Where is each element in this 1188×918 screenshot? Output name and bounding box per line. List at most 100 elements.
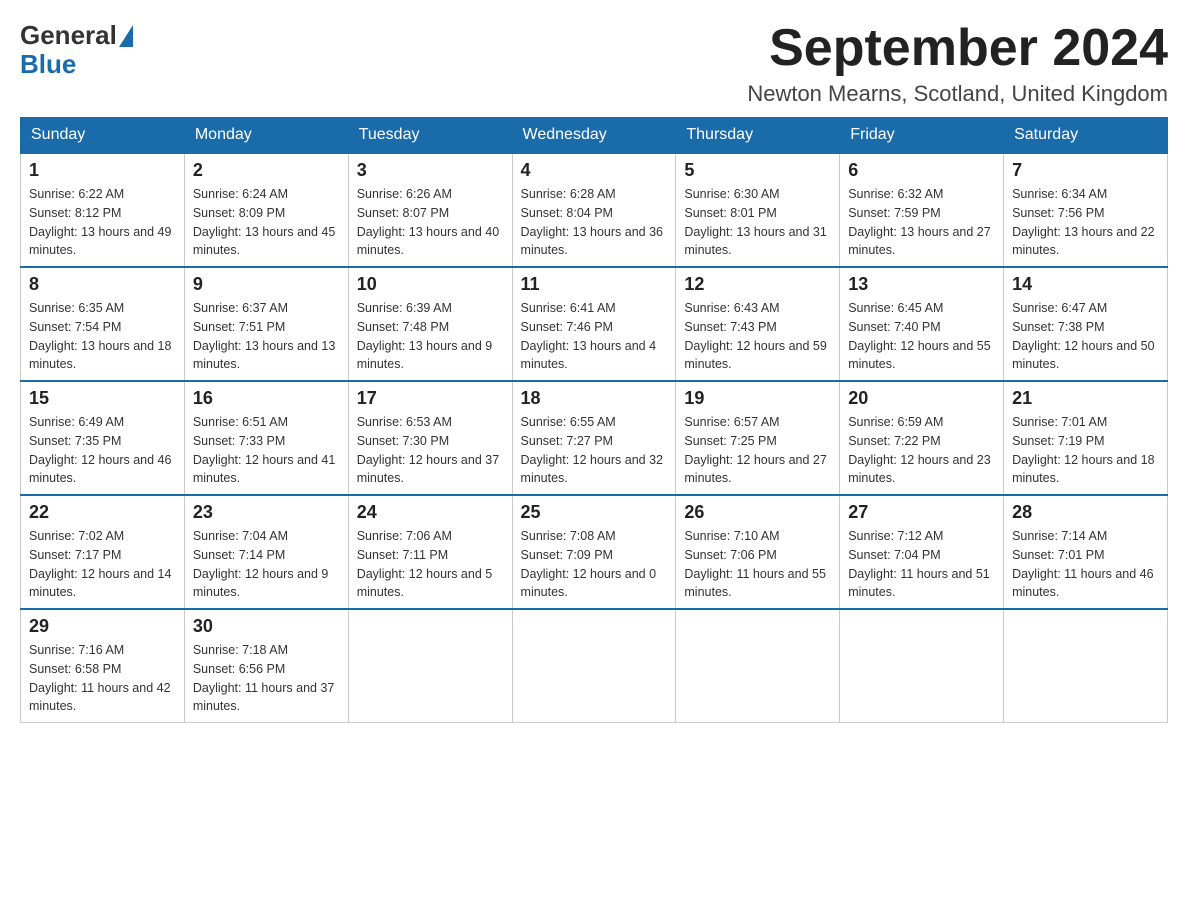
calendar-cell: 7Sunrise: 6:34 AMSunset: 7:56 PMDaylight… bbox=[1004, 153, 1168, 267]
day-number: 10 bbox=[357, 274, 504, 295]
day-info: Sunrise: 6:53 AMSunset: 7:30 PMDaylight:… bbox=[357, 413, 504, 488]
calendar-cell: 28Sunrise: 7:14 AMSunset: 7:01 PMDayligh… bbox=[1004, 495, 1168, 609]
calendar-cell: 29 Sunrise: 7:16 AMSunset: 6:58 PMDayligh… bbox=[21, 609, 185, 723]
day-info: Sunrise: 6:41 AMSunset: 7:46 PMDaylight:… bbox=[521, 299, 668, 374]
day-number: 6 bbox=[848, 160, 995, 181]
day-number: 29 bbox=[29, 616, 176, 637]
calendar-cell: 12Sunrise: 6:43 AMSunset: 7:43 PMDayligh… bbox=[676, 267, 840, 381]
calendar-cell: 16 Sunrise: 6:51 AMSunset: 7:33 PMDayligh… bbox=[184, 381, 348, 495]
day-number: 26 bbox=[684, 502, 831, 523]
weekday-header-tuesday: Tuesday bbox=[348, 118, 512, 154]
day-number: 27 bbox=[848, 502, 995, 523]
calendar-week-row: 29 Sunrise: 7:16 AMSunset: 6:58 PMDayligh… bbox=[21, 609, 1168, 723]
day-info: Sunrise: 6:24 AMSunset: 8:09 PMDaylight:… bbox=[193, 185, 340, 260]
calendar-cell: 23 Sunrise: 7:04 AMSunset: 7:14 PMDayligh… bbox=[184, 495, 348, 609]
calendar-cell: 13 Sunrise: 6:45 AMSunset: 7:40 PMDayligh… bbox=[840, 267, 1004, 381]
day-number: 4 bbox=[521, 160, 668, 181]
day-info: Sunrise: 7:12 AMSunset: 7:04 PMDaylight:… bbox=[848, 527, 995, 602]
day-info: Sunrise: 6:55 AMSunset: 7:27 PMDaylight:… bbox=[521, 413, 668, 488]
calendar-cell: 2 Sunrise: 6:24 AMSunset: 8:09 PMDaylight… bbox=[184, 153, 348, 267]
weekday-header-wednesday: Wednesday bbox=[512, 118, 676, 154]
day-info: Sunrise: 6:22 AMSunset: 8:12 PMDaylight:… bbox=[29, 185, 176, 260]
calendar-cell: 5Sunrise: 6:30 AMSunset: 8:01 PMDaylight… bbox=[676, 153, 840, 267]
logo-blue-text: Blue bbox=[20, 49, 76, 80]
calendar-cell: 21 Sunrise: 7:01 AMSunset: 7:19 PMDayligh… bbox=[1004, 381, 1168, 495]
calendar-cell: 30 Sunrise: 7:18 AMSunset: 6:56 PMDayligh… bbox=[184, 609, 348, 723]
calendar-cell: 6 Sunrise: 6:32 AMSunset: 7:59 PMDaylight… bbox=[840, 153, 1004, 267]
day-info: Sunrise: 7:16 AMSunset: 6:58 PMDaylight:… bbox=[29, 641, 176, 716]
day-number: 17 bbox=[357, 388, 504, 409]
calendar-cell: 27 Sunrise: 7:12 AMSunset: 7:04 PMDayligh… bbox=[840, 495, 1004, 609]
day-info: Sunrise: 6:51 AMSunset: 7:33 PMDaylight:… bbox=[193, 413, 340, 488]
day-info: Sunrise: 6:35 AMSunset: 7:54 PMDaylight:… bbox=[29, 299, 176, 374]
calendar-cell: 3 Sunrise: 6:26 AMSunset: 8:07 PMDaylight… bbox=[348, 153, 512, 267]
calendar-week-row: 15 Sunrise: 6:49 AMSunset: 7:35 PMDayligh… bbox=[21, 381, 1168, 495]
calendar-cell: 19 Sunrise: 6:57 AMSunset: 7:25 PMDayligh… bbox=[676, 381, 840, 495]
title-area: September 2024 Newton Mearns, Scotland, … bbox=[747, 20, 1168, 107]
calendar-cell: 22Sunrise: 7:02 AMSunset: 7:17 PMDayligh… bbox=[21, 495, 185, 609]
day-info: Sunrise: 7:04 AMSunset: 7:14 PMDaylight:… bbox=[193, 527, 340, 602]
day-number: 9 bbox=[193, 274, 340, 295]
day-info: Sunrise: 6:45 AMSunset: 7:40 PMDaylight:… bbox=[848, 299, 995, 374]
day-info: Sunrise: 6:49 AMSunset: 7:35 PMDaylight:… bbox=[29, 413, 176, 488]
calendar-cell: 10 Sunrise: 6:39 AMSunset: 7:48 PMDayligh… bbox=[348, 267, 512, 381]
calendar-cell: 24Sunrise: 7:06 AMSunset: 7:11 PMDayligh… bbox=[348, 495, 512, 609]
day-info: Sunrise: 7:06 AMSunset: 7:11 PMDaylight:… bbox=[357, 527, 504, 602]
day-number: 28 bbox=[1012, 502, 1159, 523]
page-header: General Blue September 2024 Newton Mearn… bbox=[20, 20, 1168, 107]
calendar-cell: 11 Sunrise: 6:41 AMSunset: 7:46 PMDayligh… bbox=[512, 267, 676, 381]
weekday-header-row: SundayMondayTuesdayWednesdayThursdayFrid… bbox=[21, 118, 1168, 154]
calendar-cell: 18 Sunrise: 6:55 AMSunset: 7:27 PMDayligh… bbox=[512, 381, 676, 495]
calendar-cell: 20Sunrise: 6:59 AMSunset: 7:22 PMDayligh… bbox=[840, 381, 1004, 495]
calendar-cell: 17 Sunrise: 6:53 AMSunset: 7:30 PMDayligh… bbox=[348, 381, 512, 495]
calendar-cell: 15 Sunrise: 6:49 AMSunset: 7:35 PMDayligh… bbox=[21, 381, 185, 495]
weekday-header-friday: Friday bbox=[840, 118, 1004, 154]
day-number: 1 bbox=[29, 160, 176, 181]
calendar-cell bbox=[348, 609, 512, 723]
calendar-week-row: 8 Sunrise: 6:35 AMSunset: 7:54 PMDaylight… bbox=[21, 267, 1168, 381]
day-number: 8 bbox=[29, 274, 176, 295]
calendar-cell: 26Sunrise: 7:10 AMSunset: 7:06 PMDayligh… bbox=[676, 495, 840, 609]
day-number: 13 bbox=[848, 274, 995, 295]
day-number: 7 bbox=[1012, 160, 1159, 181]
day-info: Sunrise: 6:47 AMSunset: 7:38 PMDaylight:… bbox=[1012, 299, 1159, 374]
day-info: Sunrise: 6:26 AMSunset: 8:07 PMDaylight:… bbox=[357, 185, 504, 260]
day-number: 19 bbox=[684, 388, 831, 409]
logo-general-text: General bbox=[20, 20, 117, 51]
day-number: 23 bbox=[193, 502, 340, 523]
day-info: Sunrise: 6:59 AMSunset: 7:22 PMDaylight:… bbox=[848, 413, 995, 488]
calendar-cell: 1 Sunrise: 6:22 AMSunset: 8:12 PMDaylight… bbox=[21, 153, 185, 267]
weekday-header-saturday: Saturday bbox=[1004, 118, 1168, 154]
day-info: Sunrise: 7:08 AMSunset: 7:09 PMDaylight:… bbox=[521, 527, 668, 602]
day-number: 25 bbox=[521, 502, 668, 523]
day-info: Sunrise: 6:32 AMSunset: 7:59 PMDaylight:… bbox=[848, 185, 995, 260]
calendar-cell: 8 Sunrise: 6:35 AMSunset: 7:54 PMDaylight… bbox=[21, 267, 185, 381]
day-info: Sunrise: 7:18 AMSunset: 6:56 PMDaylight:… bbox=[193, 641, 340, 716]
calendar-cell bbox=[840, 609, 1004, 723]
day-number: 16 bbox=[193, 388, 340, 409]
weekday-header-monday: Monday bbox=[184, 118, 348, 154]
day-number: 5 bbox=[684, 160, 831, 181]
day-number: 18 bbox=[521, 388, 668, 409]
day-number: 21 bbox=[1012, 388, 1159, 409]
weekday-header-sunday: Sunday bbox=[21, 118, 185, 154]
calendar-cell: 9 Sunrise: 6:37 AMSunset: 7:51 PMDaylight… bbox=[184, 267, 348, 381]
day-number: 3 bbox=[357, 160, 504, 181]
day-info: Sunrise: 6:37 AMSunset: 7:51 PMDaylight:… bbox=[193, 299, 340, 374]
day-info: Sunrise: 6:28 AMSunset: 8:04 PMDaylight:… bbox=[521, 185, 668, 260]
logo-triangle-icon bbox=[119, 25, 133, 47]
day-number: 22 bbox=[29, 502, 176, 523]
day-info: Sunrise: 7:01 AMSunset: 7:19 PMDaylight:… bbox=[1012, 413, 1159, 488]
day-number: 11 bbox=[521, 274, 668, 295]
day-number: 15 bbox=[29, 388, 176, 409]
calendar-cell bbox=[512, 609, 676, 723]
day-number: 14 bbox=[1012, 274, 1159, 295]
day-number: 30 bbox=[193, 616, 340, 637]
calendar-cell: 25 Sunrise: 7:08 AMSunset: 7:09 PMDayligh… bbox=[512, 495, 676, 609]
calendar-cell bbox=[676, 609, 840, 723]
day-info: Sunrise: 6:39 AMSunset: 7:48 PMDaylight:… bbox=[357, 299, 504, 374]
day-number: 12 bbox=[684, 274, 831, 295]
weekday-header-thursday: Thursday bbox=[676, 118, 840, 154]
day-number: 2 bbox=[193, 160, 340, 181]
day-info: Sunrise: 6:57 AMSunset: 7:25 PMDaylight:… bbox=[684, 413, 831, 488]
